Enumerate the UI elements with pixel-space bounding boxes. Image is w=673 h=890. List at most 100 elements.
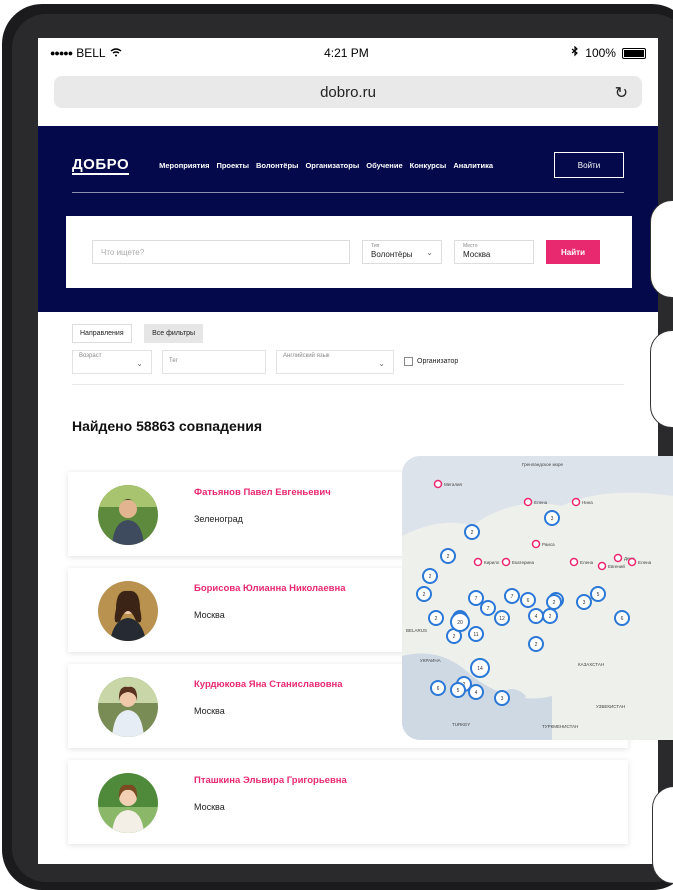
map-pin-icon[interactable] [613,553,623,563]
tag-placeholder: Тег [169,358,178,364]
map-cluster-count: 20 [457,620,463,626]
hero-section: ДОБРО Мероприятия Проекты Волонтёры Орга… [38,126,658,312]
person-city: Зеленоград [194,514,243,524]
search-input[interactable]: Что ищете? [92,240,350,264]
type-select[interactable]: Тип Волонтёры ⌄ [362,240,442,264]
signal-icon: ●●●●● [50,48,73,58]
map-cluster-count: 2 [535,642,538,648]
place-select[interactable]: Место Москва [454,240,534,264]
nav-volunteers[interactable]: Волонтёры [256,161,298,170]
avatar [98,581,158,641]
login-button[interactable]: Войти [554,152,624,178]
map-pin-icon[interactable] [473,557,483,567]
map-label: Елена [580,560,594,565]
map-label: Евгений [608,563,625,569]
map-label: Екатерина [512,560,534,565]
map-cluster-count: 6 [621,616,624,622]
map-pin-icon[interactable] [597,561,607,571]
nav-contests[interactable]: Конкурсы [410,161,447,170]
map-cluster-count: 2 [549,614,552,620]
map-label: УЗБЕКИСТАН [596,704,625,709]
map-pin-icon[interactable] [569,557,579,567]
map-label: Елена [534,500,548,505]
address-bar[interactable]: dobro.ru ↻ [54,76,642,108]
tablet-frame: ●●●●● BELL 4:21 PM 100% dobro.ru ↻ ДОБРО [2,4,673,890]
wifi-icon [110,46,122,60]
top-navigation: ДОБРО Мероприятия Проекты Волонтёры Орга… [72,152,624,178]
map-cluster-count: 5 [457,688,460,694]
nav-links: Мероприятия Проекты Волонтёры Организато… [159,161,493,170]
map-cluster-count: 6 [527,598,530,604]
nav-organizers[interactable]: Организаторы [305,161,359,170]
map-label: Раиса [542,542,555,547]
tag-input[interactable]: Тег [162,350,266,374]
map-cluster-count: 2 [429,574,432,580]
map-cluster-count: 3 [583,600,586,606]
map-label: УКРАИНА [420,658,441,663]
map-cluster-count: 2 [435,616,438,622]
map-cluster-count: 3 [501,696,504,702]
map-cluster-count: 2 [553,600,556,606]
map-pin-icon[interactable] [433,479,443,489]
map-pin-icon[interactable] [627,557,637,567]
avatar [98,677,158,737]
checkbox-box[interactable] [404,357,413,366]
map-cluster-count: 3 [551,516,554,522]
chevron-down-icon: ⌄ [378,359,385,368]
map-cluster-count: 4 [475,690,478,696]
person-city: Москва [194,706,225,716]
map-pin-icon[interactable] [523,497,533,507]
map-pin-icon[interactable] [501,557,511,567]
type-label: Тип [371,243,380,249]
reload-icon[interactable]: ↻ [615,83,628,103]
battery-percent: 100% [585,46,616,60]
nav-events[interactable]: Мероприятия [159,161,209,170]
nav-projects[interactable]: Проекты [216,161,249,170]
find-button[interactable]: Найти [546,240,600,264]
age-select[interactable]: Возраст ⌄ [72,350,152,374]
person-city: Москва [194,610,225,620]
filters-divider [72,384,624,385]
language-select[interactable]: Английский язык ⌄ [276,350,394,374]
map-pin-icon[interactable] [571,497,581,507]
screen: ●●●●● BELL 4:21 PM 100% dobro.ru ↻ ДОБРО [38,38,658,864]
directions-filter-button[interactable]: Направления [72,324,132,343]
organizer-checkbox[interactable]: Организатор [404,357,458,366]
map-label: Елена [638,560,652,565]
map-label: Гренландское море [522,462,564,467]
map-cluster-count: 11 [473,632,478,638]
map-cluster-count: 6 [437,686,440,692]
map-cluster-count: 7 [487,606,490,612]
place-label: Место [463,243,478,249]
language-label: Английский язык [283,353,330,359]
map-cluster-count: 2 [471,530,474,536]
filter-fields: Возраст ⌄ Тег Английский язык ⌄ Организа… [72,350,624,374]
status-left: ●●●●● BELL [50,46,122,60]
map-cluster-count: 5 [597,592,600,598]
map-label: КАЗАХСТАН [578,662,604,667]
map-pin-icon[interactable] [531,539,541,549]
volunteers-map[interactable]: Гренландское море Мегалия Елена Нина Раиса Ки… [402,456,673,740]
person-name[interactable]: Борисова Юлианна Николаевна [194,583,345,594]
person-name[interactable]: Курдюкова Яна Станиславовна [194,679,343,690]
nav-analytics[interactable]: Аналитика [453,161,493,170]
result-card[interactable]: Пташкина Эльвира Григорьевна Москва [68,760,628,844]
chevron-down-icon: ⌄ [136,359,143,368]
time-label: 4:21 PM [324,46,369,60]
map-cluster-count: 4 [535,614,538,620]
person-name[interactable]: Фатьянов Павел Евгеньевич [194,487,331,498]
header-divider [72,192,624,193]
map-cluster-count: 7 [511,594,514,600]
type-value: Волонтёры [371,250,413,259]
all-filters-button[interactable]: Все фильтры [144,324,204,343]
age-label: Возраст [79,353,102,359]
map-label: Мегалия [444,482,462,487]
nav-education[interactable]: Обучение [366,161,402,170]
place-value: Москва [463,250,491,259]
logo[interactable]: ДОБРО [72,156,130,175]
status-bar: ●●●●● BELL 4:21 PM 100% [38,38,658,68]
person-name[interactable]: Пташкина Эльвира Григорьевна [194,775,347,786]
results-title: Найдено 58863 совпадения [72,418,262,434]
map-cluster-count: 7 [475,596,478,602]
avatar [98,773,158,833]
